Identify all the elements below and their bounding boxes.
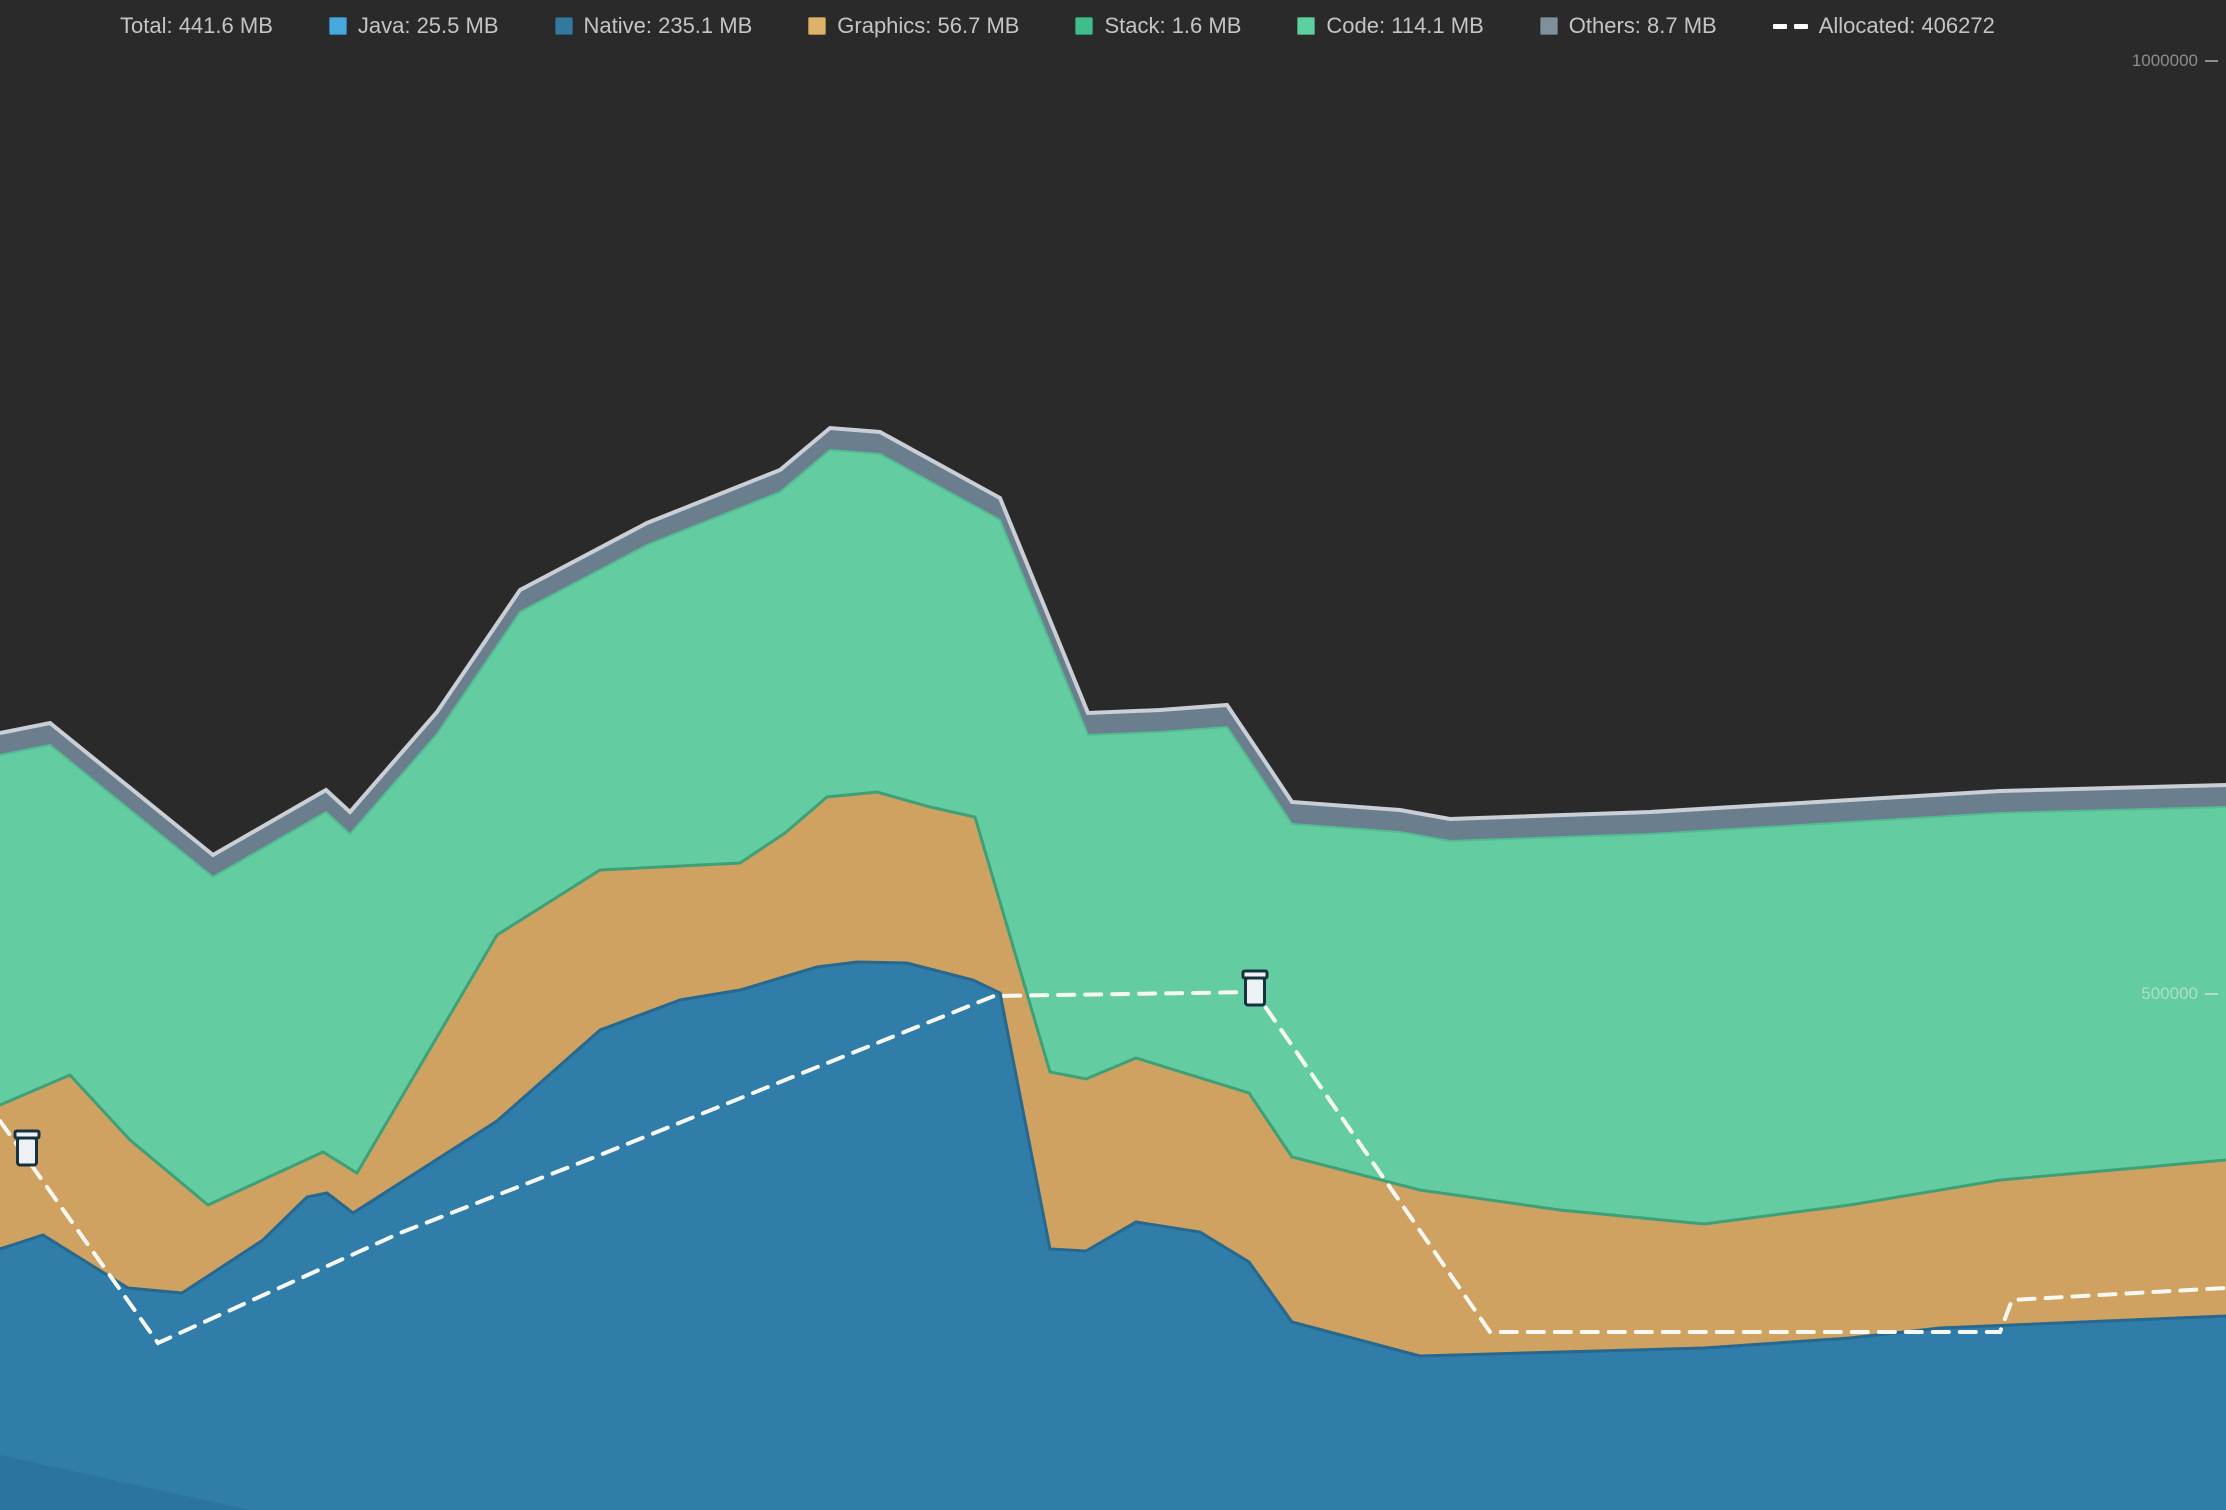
legend-label: Code: 114.1 MB [1326, 13, 1483, 39]
legend-label: Native: 235.1 MB [584, 13, 753, 39]
legend-label: Java: 25.5 MB [358, 13, 499, 39]
code-swatch-icon [1297, 17, 1315, 35]
tick-mark [2205, 993, 2218, 995]
legend-item-native: Native: 235.1 MB [555, 13, 753, 39]
trash-body-icon [1246, 978, 1265, 1005]
native-swatch-icon [555, 17, 573, 35]
legend-item-java: Java: 25.5 MB [329, 13, 499, 39]
legend: Total: 441.6 MB Java: 25.5 MB Native: 235.… [0, 8, 2226, 44]
right-axis-tick-label: 500000 [2141, 984, 2198, 1004]
right-axis-tick-500000: 500000 [2141, 984, 2218, 1004]
memory-profiler-stage: Total: 441.6 MB Java: 25.5 MB Native: 235.… [0, 0, 2226, 1510]
legend-item-graphics: Graphics: 56.7 MB [808, 13, 1019, 39]
legend-item-stack: Stack: 1.6 MB [1075, 13, 1241, 39]
stack-swatch-icon [1075, 17, 1093, 35]
gc-event-icon [1243, 971, 1267, 1005]
legend-item-code: Code: 114.1 MB [1297, 13, 1483, 39]
legend-item-others: Others: 8.7 MB [1540, 13, 1717, 39]
legend-label: Stack: 1.6 MB [1104, 13, 1241, 39]
tick-mark [2205, 60, 2218, 62]
legend-label: Total: 441.6 MB [120, 13, 273, 39]
legend-label: Others: 8.7 MB [1569, 13, 1717, 39]
right-axis-tick-1000000: 1000000 [2132, 51, 2218, 71]
java-swatch-icon [329, 17, 347, 35]
legend-label: Graphics: 56.7 MB [837, 13, 1019, 39]
legend-item-allocated: Allocated: 406272 [1773, 13, 1995, 39]
legend-item-total: Total: 441.6 MB [120, 13, 273, 39]
dashed-line-icon [1773, 24, 1808, 29]
legend-label: Allocated: 406272 [1819, 13, 1995, 39]
right-axis-tick-label: 1000000 [2132, 51, 2198, 71]
memory-timeline-chart[interactable] [0, 0, 2226, 1510]
graphics-swatch-icon [808, 17, 826, 35]
trash-body-icon [18, 1138, 37, 1165]
others-swatch-icon [1540, 17, 1558, 35]
gc-event-icon [15, 1131, 39, 1165]
